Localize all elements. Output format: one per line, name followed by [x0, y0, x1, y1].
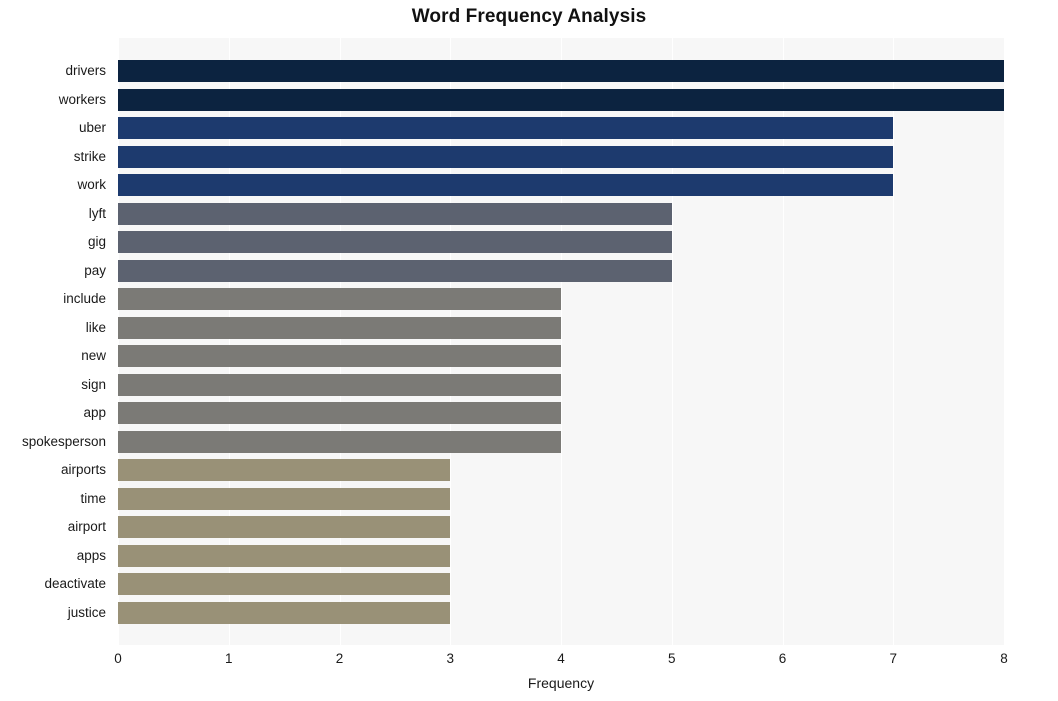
y-axis-tick-label: apps [76, 547, 106, 563]
bar [118, 430, 561, 453]
bar-fill [118, 459, 451, 482]
y-axis-tick-label: sign [81, 376, 106, 392]
bar [118, 601, 451, 624]
bar-fill [118, 601, 451, 624]
y-axis-tick-label: lyft [88, 205, 106, 221]
x-axis-tick-label: 7 [889, 651, 898, 666]
y-axis-tick-label: spokesperson [21, 433, 106, 449]
bar-fill [118, 316, 561, 339]
bar-fill [118, 373, 561, 396]
bar [118, 202, 672, 225]
x-axis-tick-label: 0 [114, 651, 122, 666]
bar [118, 516, 451, 539]
bar [118, 288, 561, 311]
bar [118, 145, 894, 168]
bar [118, 259, 672, 282]
y-axis-tick-label: gig [87, 234, 106, 250]
bar-fill [118, 345, 561, 368]
bar-fill [118, 259, 672, 282]
bars-layer [118, 38, 1004, 645]
y-axis-tick-label: drivers [65, 63, 106, 79]
bar-fill [118, 174, 894, 197]
bar-fill [118, 516, 451, 539]
page-title: Word Frequency Analysis [411, 6, 647, 27]
bar [118, 117, 894, 140]
bar [118, 544, 451, 567]
y-axis-tick-label: strike [73, 148, 106, 164]
bar-fill [118, 202, 672, 225]
bar-fill [118, 430, 561, 453]
gridline [1004, 38, 1005, 645]
y-axis-tick-label: new [81, 348, 106, 364]
y-axis-tick-label: pay [84, 262, 106, 278]
bar-fill [118, 145, 894, 168]
y-axis-tick-label: uber [78, 120, 106, 136]
y-axis-tick-label: like [85, 319, 106, 335]
chart-figure: Word Frequency Analysis drivers workers ub… [0, 0, 1058, 701]
bar [118, 345, 561, 368]
x-axis-tick-label: 2 [335, 651, 344, 666]
y-axis-tick-label: airports [60, 462, 106, 478]
y-axis-tick-label: work [77, 177, 106, 193]
y-axis-tick-label: workers [58, 91, 106, 107]
bar [118, 459, 451, 482]
x-axis-tick-label: 4 [557, 651, 565, 666]
bar [118, 88, 1004, 111]
bar [118, 174, 894, 197]
bar-fill [118, 402, 561, 425]
plot-area [118, 38, 1005, 645]
y-axis-tick-label: app [83, 405, 106, 421]
bar-fill [118, 487, 451, 510]
bar [118, 573, 451, 595]
bar [118, 60, 1004, 83]
bar [118, 402, 561, 425]
y-axis-tick-labels: drivers workers uber strike work lyft gig pay in… [0, 38, 112, 645]
x-axis-tick-label: 5 [667, 651, 676, 666]
x-axis-tick-label: 1 [224, 651, 233, 666]
x-axis-tick-label: 3 [446, 651, 455, 666]
x-axis-title: Frequency [527, 675, 595, 691]
bar-fill [118, 117, 894, 140]
bar-fill [118, 88, 1004, 111]
bar-fill [118, 544, 451, 567]
y-axis-tick-label: include [63, 291, 106, 307]
y-axis-tick-label: airport [67, 519, 106, 535]
bar [118, 231, 672, 254]
bar [118, 487, 451, 510]
x-axis-tick-labels: 0 1 2 3 4 5 6 7 8 [114, 651, 1008, 671]
bar [118, 316, 561, 339]
bar-fill [118, 60, 1004, 83]
x-axis-tick-label: 6 [778, 651, 787, 666]
y-axis-tick-label: deactivate [44, 576, 106, 591]
y-axis-tick-label: justice [67, 604, 106, 620]
y-axis-tick-label: time [80, 490, 106, 506]
bar [118, 373, 561, 396]
x-axis-tick-label: 8 [1000, 651, 1008, 666]
bar-fill [118, 573, 451, 595]
bar-fill [118, 231, 672, 254]
bar-fill [118, 288, 561, 311]
